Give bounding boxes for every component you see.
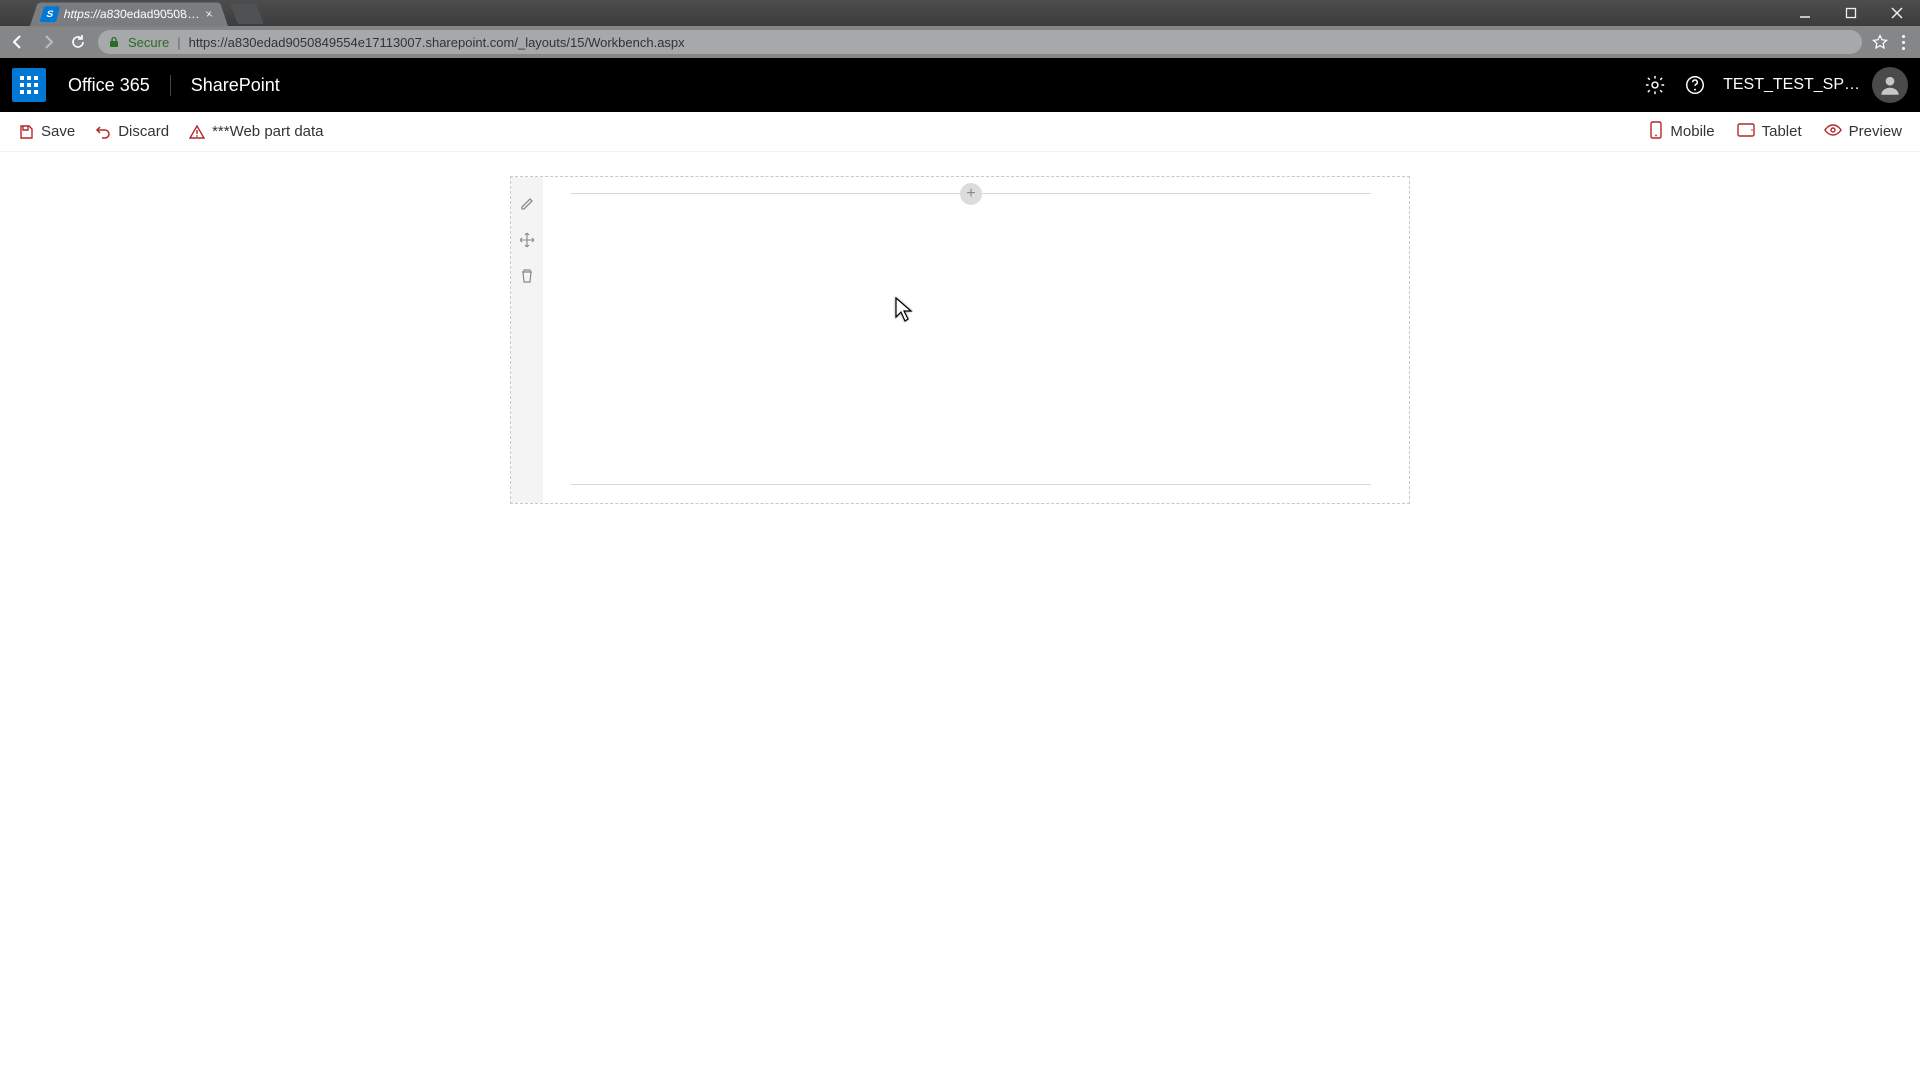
discard-label: Discard: [118, 123, 169, 140]
canvas: +: [510, 176, 1410, 1080]
user-name[interactable]: TEST_TEST_SP…: [1723, 76, 1860, 94]
app-launcher-icon[interactable]: [12, 68, 46, 102]
preview-button[interactable]: Preview: [1824, 123, 1902, 141]
section-toolbar: [511, 177, 543, 503]
tablet-label: Tablet: [1762, 123, 1802, 140]
address-bar: Secure | https://a830edad9050849554e1711…: [0, 26, 1920, 58]
mobile-icon: [1649, 121, 1663, 143]
add-plus-label: +: [966, 185, 975, 203]
close-tab-icon[interactable]: ×: [200, 7, 218, 21]
save-icon: [18, 124, 34, 140]
new-tab-button[interactable]: [230, 4, 264, 24]
command-bar: Save Discard ***Web part data Mobile Tab…: [0, 112, 1920, 152]
tablet-view-button[interactable]: Tablet: [1737, 122, 1802, 142]
eye-icon: [1824, 123, 1842, 141]
undo-icon: [95, 124, 111, 140]
lock-icon: [108, 36, 120, 48]
tab-title: https://a830edad905084…: [62, 7, 203, 21]
close-window-button[interactable]: [1874, 0, 1920, 26]
url-separator: |: [177, 35, 180, 50]
window-controls: [1782, 0, 1920, 26]
workbench-canvas-area: +: [0, 152, 1920, 1080]
discard-button[interactable]: Discard: [95, 123, 169, 140]
url-text: https://a830edad9050849554e17113007.shar…: [189, 35, 685, 50]
maximize-button[interactable]: [1828, 0, 1874, 26]
preview-label: Preview: [1849, 123, 1902, 140]
spfx-favicon: S: [40, 6, 60, 22]
mobile-view-button[interactable]: Mobile: [1649, 121, 1714, 143]
save-button[interactable]: Save: [18, 123, 75, 140]
mobile-label: Mobile: [1670, 123, 1714, 140]
office365-label[interactable]: Office 365: [68, 75, 171, 96]
avatar[interactable]: [1872, 67, 1908, 103]
reload-button[interactable]: [68, 32, 88, 52]
move-section-icon[interactable]: [518, 231, 536, 249]
section-divider: [571, 484, 1371, 485]
back-button[interactable]: [8, 32, 28, 52]
suite-bar: Office 365 SharePoint TEST_TEST_SP…: [0, 58, 1920, 112]
webpart-data-label: ***Web part data: [212, 123, 323, 140]
forward-button[interactable]: [38, 32, 58, 52]
add-webpart-button[interactable]: +: [960, 183, 982, 205]
minimize-button[interactable]: [1782, 0, 1828, 26]
help-icon[interactable]: [1675, 65, 1715, 105]
settings-gear-icon[interactable]: [1635, 65, 1675, 105]
browser-tab[interactable]: S https://a830edad905084… ×: [30, 3, 228, 27]
delete-section-icon[interactable]: [518, 267, 536, 285]
bookmark-star-icon[interactable]: [1872, 34, 1888, 50]
save-label: Save: [41, 123, 75, 140]
tablet-icon: [1737, 122, 1755, 142]
url-field[interactable]: Secure | https://a830edad9050849554e1711…: [98, 30, 1862, 54]
secure-label: Secure: [128, 35, 169, 50]
canvas-section[interactable]: +: [510, 176, 1410, 504]
warning-icon: [189, 124, 205, 140]
sharepoint-label[interactable]: SharePoint: [191, 75, 280, 96]
browser-menu-icon[interactable]: [1902, 35, 1906, 50]
webpart-data-button[interactable]: ***Web part data: [189, 123, 323, 140]
add-webpart-divider: +: [571, 193, 1371, 194]
edit-section-icon[interactable]: [518, 195, 536, 213]
browser-tab-strip: S https://a830edad905084… ×: [0, 0, 1920, 26]
